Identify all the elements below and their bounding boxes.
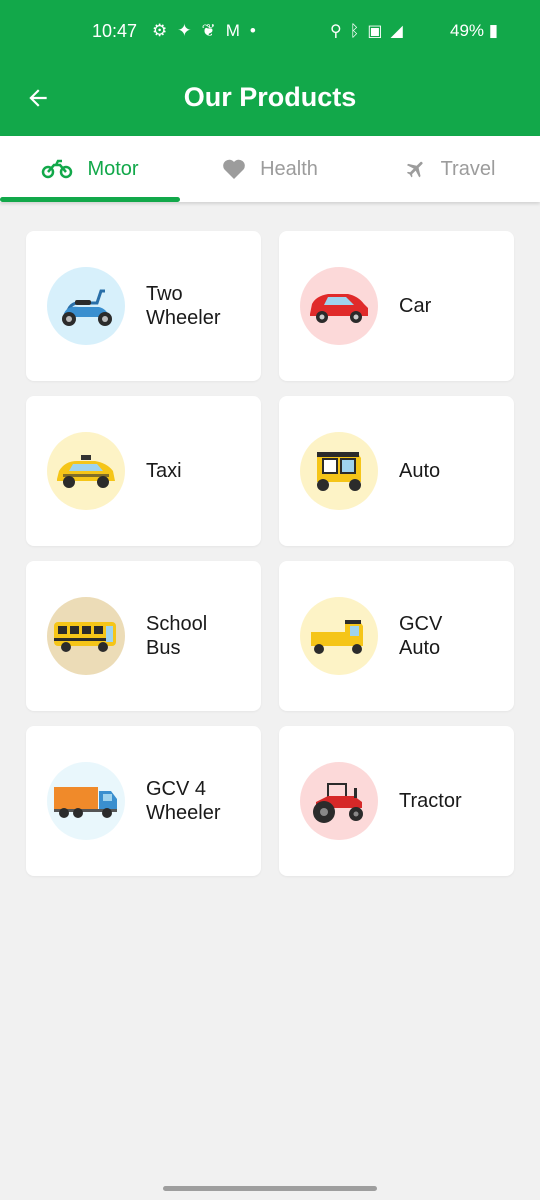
tab-motor-label: Motor (87, 157, 139, 180)
taxi-icon (47, 432, 125, 510)
product-card-car[interactable]: Car (279, 231, 514, 381)
product-card-gcv-auto[interactable]: GCV Auto (279, 561, 514, 711)
system-icons: ⚲ᛒ▣◢ (330, 21, 411, 41)
page-title: Our Products (183, 82, 357, 112)
tab-health[interactable]: Health (180, 136, 360, 202)
goods-auto-icon (300, 597, 378, 675)
gmail-icon: M (225, 21, 250, 40)
product-label: Tractor (399, 790, 462, 812)
active-tab-indicator (0, 197, 180, 202)
product-card-tractor[interactable]: Tractor (279, 726, 514, 876)
product-card-two-wheeler[interactable]: Two Wheeler (26, 231, 261, 381)
twitter-icon: ✦ (177, 21, 202, 40)
notification-icons: ⚙✦❦M• (152, 21, 266, 41)
product-label: Auto (399, 460, 441, 482)
auto-rickshaw-icon (300, 432, 378, 510)
app-bar: Our Products (0, 64, 540, 136)
volte-icon: ▣ (367, 23, 391, 40)
product-card-gcv-4-wheeler[interactable]: GCV 4 Wheeler (26, 726, 261, 876)
battery-indicator: 49% ▮ (450, 21, 498, 41)
home-gesture-handle[interactable] (163, 1186, 377, 1191)
product-label: Two Wheeler (146, 283, 221, 329)
car-icon (300, 267, 378, 345)
product-grid: Two Wheeler Car Taxi Auto School Bus GCV… (26, 231, 514, 876)
battery-percent: 49% (450, 21, 485, 40)
tractor-icon (300, 762, 378, 840)
product-label: GCV Auto (399, 613, 443, 659)
tab-travel[interactable]: Travel (360, 136, 540, 202)
school-bus-icon (47, 597, 125, 675)
battery-icon: ▮ (488, 21, 499, 40)
gear-icon: ⚙ (152, 21, 178, 40)
status-time: 10:47 (92, 21, 138, 41)
tab-motor[interactable]: Motor (0, 136, 180, 202)
leaf-icon: ❦ (201, 21, 226, 40)
tab-bar: Motor Health Travel (0, 136, 540, 202)
product-card-school-bus[interactable]: School Bus (26, 561, 261, 711)
signal-4g-icon: ◢ (390, 23, 411, 40)
scooter-icon (47, 267, 125, 345)
product-card-taxi[interactable]: Taxi (26, 396, 261, 546)
product-label: Car (399, 295, 432, 317)
tab-health-label: Health (260, 157, 318, 180)
dot-icon: • (249, 21, 266, 40)
product-label: School Bus (146, 613, 208, 659)
motorcycle-icon (41, 159, 73, 179)
truck-icon (47, 762, 125, 840)
location-icon: ⚲ (330, 23, 350, 40)
tab-travel-label: Travel (440, 157, 496, 180)
product-card-auto[interactable]: Auto (279, 396, 514, 546)
airplane-icon (405, 158, 427, 180)
status-bar: 10:47 ⚙✦❦M• ⚲ᛒ▣◢ 49% ▮ (0, 0, 540, 64)
heart-icon (222, 158, 246, 180)
product-label: Taxi (146, 460, 182, 482)
product-label: GCV 4 Wheeler (146, 778, 221, 824)
gesture-nav-bar (0, 1176, 540, 1200)
bluetooth-icon: ᛒ (349, 23, 368, 40)
